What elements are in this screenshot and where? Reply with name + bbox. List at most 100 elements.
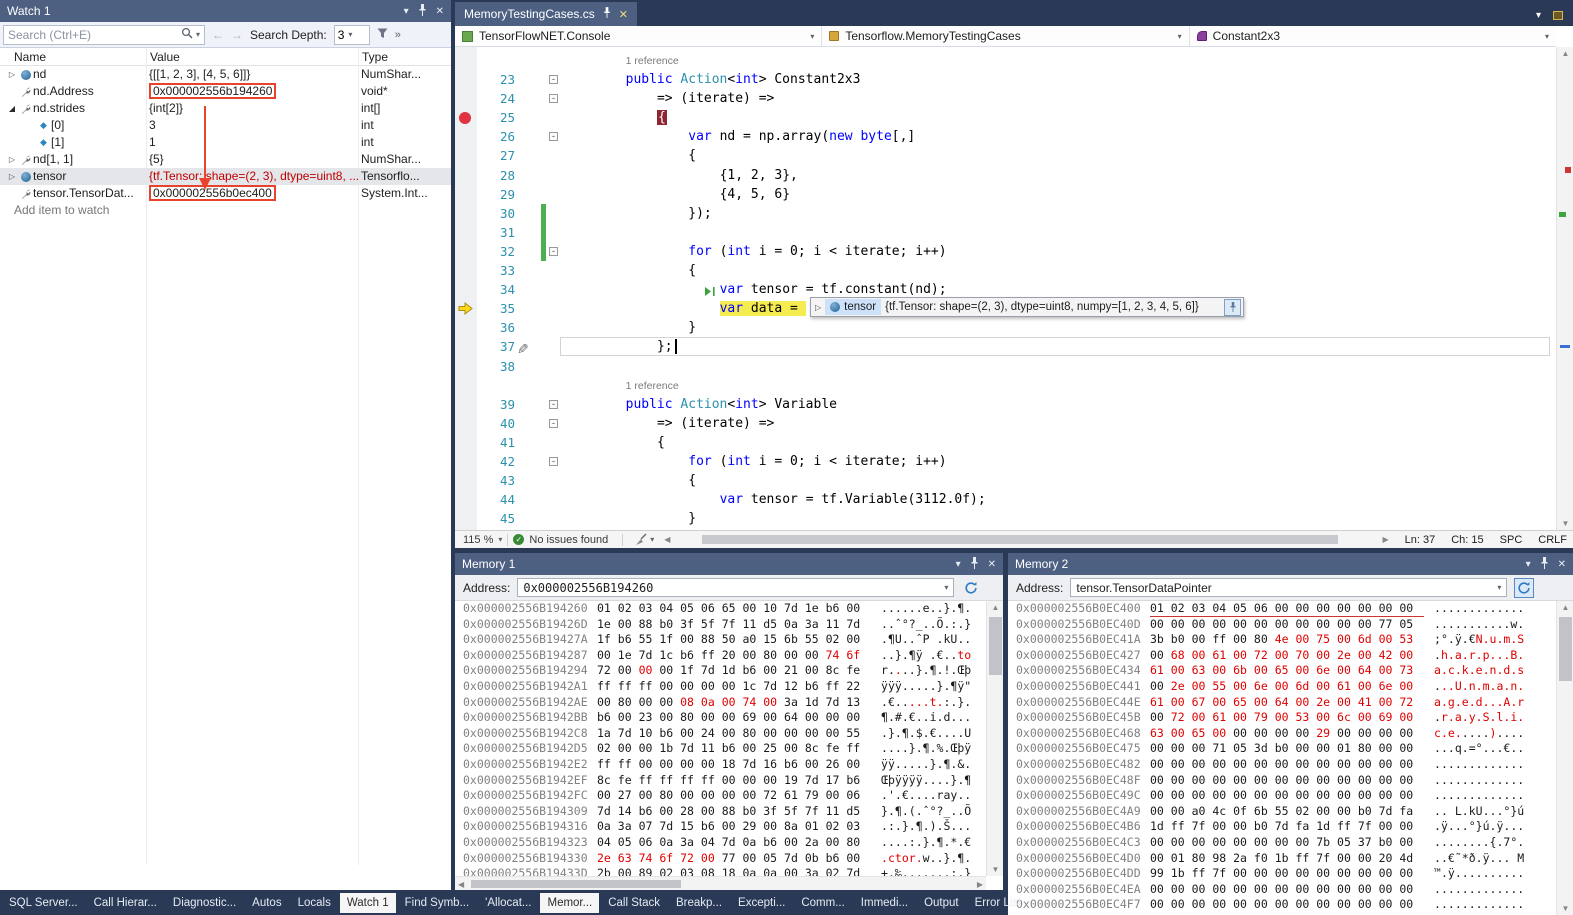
scroll-up-icon[interactable]: ▲ bbox=[987, 603, 1003, 612]
code-editor[interactable]: 1 reference23-public Action<int> Constan… bbox=[455, 47, 1556, 530]
watch-grid-header[interactable]: Name Value Type bbox=[0, 48, 451, 66]
close-icon[interactable]: ✕ bbox=[1558, 559, 1566, 570]
watch-value[interactable]: {tf.Tensor: shape=(2, 3), dtype=uint8, .… bbox=[146, 168, 358, 185]
scrollbar-thumb[interactable] bbox=[989, 617, 1002, 675]
document-health-indicator[interactable]: ✓ No issues found bbox=[513, 534, 608, 546]
watch-value[interactable]: 0x000002556b0ec400 bbox=[146, 185, 358, 202]
scroll-up-icon[interactable]: ▲ bbox=[1557, 49, 1573, 58]
codelens-references[interactable]: 1 reference bbox=[455, 377, 679, 396]
memory2-address-combo[interactable]: tensor.TensorDataPointer ▾ bbox=[1070, 578, 1507, 597]
close-icon[interactable]: ✕ bbox=[619, 8, 628, 21]
scroll-down-icon[interactable]: ▼ bbox=[1557, 904, 1573, 913]
chevron-down-icon[interactable]: ▾ bbox=[956, 559, 961, 570]
memory2-content[interactable]: 0x000002556B0EC40001 02 03 04 05 06 00 0… bbox=[1008, 601, 1556, 915]
watch-value[interactable]: {5} bbox=[146, 151, 358, 168]
filter-icon[interactable] bbox=[377, 28, 388, 42]
watch-row[interactable]: nd.Address0x000002556b194260void* bbox=[0, 83, 451, 100]
column-header-name[interactable]: Name bbox=[14, 50, 46, 64]
tool-window-tab-immedi[interactable]: Immedi... bbox=[854, 893, 915, 913]
watch-title-bar[interactable]: Watch 1 ▾ ✕ bbox=[0, 0, 451, 22]
search-next-icon[interactable]: → bbox=[231, 28, 243, 42]
tool-window-tab-output[interactable]: Output bbox=[917, 893, 966, 913]
search-depth-combo[interactable]: 3 ▾ bbox=[334, 25, 370, 45]
search-icon[interactable] bbox=[181, 27, 193, 42]
horizontal-scrollbar[interactable] bbox=[674, 531, 1378, 548]
watch-value[interactable]: {[[1, 2, 3], [4, 5, 6]]} bbox=[146, 66, 358, 83]
tool-window-tab-find-symb[interactable]: Find Symb... bbox=[398, 893, 477, 913]
overflow-icon[interactable]: » bbox=[395, 29, 401, 41]
scrollbar-thumb[interactable] bbox=[471, 880, 681, 888]
expander-icon[interactable]: ▷ bbox=[6, 66, 18, 83]
chevron-down-icon[interactable]: ▾ bbox=[1526, 559, 1531, 570]
tool-window-tab-sql-server[interactable]: SQL Server... bbox=[2, 893, 85, 913]
scroll-right-icon[interactable]: ▶ bbox=[977, 880, 983, 889]
tool-window-tab-diagnostic[interactable]: Diagnostic... bbox=[166, 893, 243, 913]
watch-row[interactable]: ◆[1]1int bbox=[0, 134, 451, 151]
tool-window-tab-autos[interactable]: Autos bbox=[245, 893, 288, 913]
memory1-horizontal-scrollbar[interactable]: ◀ ▶ bbox=[455, 876, 986, 890]
zoom-control[interactable]: 115 % ▾ bbox=[455, 534, 502, 546]
refresh-button[interactable] bbox=[961, 578, 981, 598]
pin-icon[interactable] bbox=[970, 557, 979, 572]
memory2-vertical-scrollbar[interactable]: ▲ ▼ bbox=[1556, 601, 1573, 915]
tool-window-tab-memor[interactable]: Memor... bbox=[540, 893, 599, 913]
watch-value[interactable]: 1 bbox=[146, 134, 358, 151]
scrollbar-thumb[interactable] bbox=[702, 535, 1338, 544]
tool-window-tab-error-list[interactable]: Error List bbox=[968, 893, 1029, 913]
pin-icon[interactable] bbox=[1540, 557, 1549, 572]
column-header-type[interactable]: Type bbox=[362, 50, 388, 64]
editor-vertical-scrollbar[interactable]: ▲ ▼ bbox=[1556, 47, 1573, 530]
watch-row[interactable]: ◆[0]3int bbox=[0, 117, 451, 134]
refresh-button[interactable] bbox=[1514, 578, 1534, 598]
watch-value[interactable]: 3 bbox=[146, 117, 358, 134]
close-icon[interactable]: ✕ bbox=[988, 559, 996, 570]
watch-value[interactable]: {int[2]} bbox=[146, 100, 358, 117]
expander-icon[interactable]: ▷ bbox=[813, 303, 821, 312]
memory1-address-combo[interactable]: 0x000002556B194260 ▾ bbox=[517, 578, 954, 597]
member-dropdown[interactable]: Constant2x3 ▾ bbox=[1190, 26, 1556, 46]
search-options-chevron-icon[interactable]: ▾ bbox=[196, 30, 200, 39]
watch-row[interactable]: ▷nd{[[1, 2, 3], [4, 5, 6]]}NumShar... bbox=[0, 66, 451, 83]
tool-window-tab-allocat[interactable]: 'Allocat... bbox=[478, 893, 538, 913]
codelens-references[interactable]: 1 reference bbox=[455, 52, 679, 71]
tool-window-tab-watch-1[interactable]: Watch 1 bbox=[340, 893, 396, 913]
memory2-title-bar[interactable]: Memory 2 ▾ ✕ bbox=[1008, 553, 1573, 575]
scroll-left-icon[interactable]: ◀ bbox=[664, 535, 670, 544]
tool-window-tab-breakp[interactable]: Breakp... bbox=[669, 893, 729, 913]
class-dropdown[interactable]: Tensorflow.MemoryTestingCases ▾ bbox=[822, 26, 1189, 46]
tool-window-tab-excepti[interactable]: Excepti... bbox=[731, 893, 792, 913]
tool-window-tab-locals[interactable]: Locals bbox=[291, 893, 338, 913]
pin-icon[interactable] bbox=[603, 7, 611, 21]
memory1-content[interactable]: 0x000002556B19426001 02 03 04 05 06 65 0… bbox=[455, 601, 986, 876]
scroll-up-icon[interactable]: ▲ bbox=[1557, 603, 1573, 612]
pin-icon[interactable] bbox=[418, 4, 427, 19]
tool-window-tab-call-hierar[interactable]: Call Hierar... bbox=[87, 893, 164, 913]
search-input[interactable] bbox=[8, 28, 178, 42]
scroll-down-icon[interactable]: ▼ bbox=[987, 865, 1003, 874]
watch-row[interactable]: tensor.TensorDat...0x000002556b0ec400Sys… bbox=[0, 185, 451, 202]
watch-add-row[interactable]: Add item to watch bbox=[0, 202, 451, 219]
expander-icon[interactable]: ▷ bbox=[6, 168, 18, 185]
tool-window-tab-comm[interactable]: Comm... bbox=[794, 893, 851, 913]
chevron-down-icon[interactable]: ▾ bbox=[404, 6, 409, 17]
scroll-down-icon[interactable]: ▼ bbox=[1557, 519, 1573, 528]
expander-icon[interactable]: ◢ bbox=[6, 100, 18, 117]
search-prev-icon[interactable]: ← bbox=[212, 28, 224, 42]
project-dropdown[interactable]: TensorFlowNET.Console ▾ bbox=[455, 26, 822, 46]
pin-button[interactable] bbox=[1224, 299, 1241, 316]
tool-window-tab-call-stack[interactable]: Call Stack bbox=[601, 893, 667, 913]
memory1-title-bar[interactable]: Memory 1 ▾ ✕ bbox=[455, 553, 1003, 575]
code-cleanup-button[interactable]: ▾ bbox=[634, 533, 654, 546]
window-list-icon[interactable] bbox=[1553, 11, 1563, 20]
memory1-vertical-scrollbar[interactable]: ▲ ▼ bbox=[986, 601, 1003, 876]
scroll-left-icon[interactable]: ◀ bbox=[458, 880, 464, 889]
expander-icon[interactable]: ▷ bbox=[6, 151, 18, 168]
document-tab[interactable]: MemoryTestingCases.cs ✕ bbox=[455, 2, 637, 26]
watch-row[interactable]: ▷nd[1, 1]{5}NumShar... bbox=[0, 151, 451, 168]
watch-row[interactable]: ◢nd.strides{int[2]}int[] bbox=[0, 100, 451, 117]
column-header-value[interactable]: Value bbox=[150, 50, 180, 64]
watch-value[interactable]: 0x000002556b194260 bbox=[146, 83, 358, 100]
search-box[interactable]: ▾ bbox=[3, 25, 205, 45]
watch-row[interactable]: ▷tensor{tf.Tensor: shape=(2, 3), dtype=u… bbox=[0, 168, 451, 185]
chevron-down-icon[interactable]: ▾ bbox=[1536, 10, 1541, 21]
